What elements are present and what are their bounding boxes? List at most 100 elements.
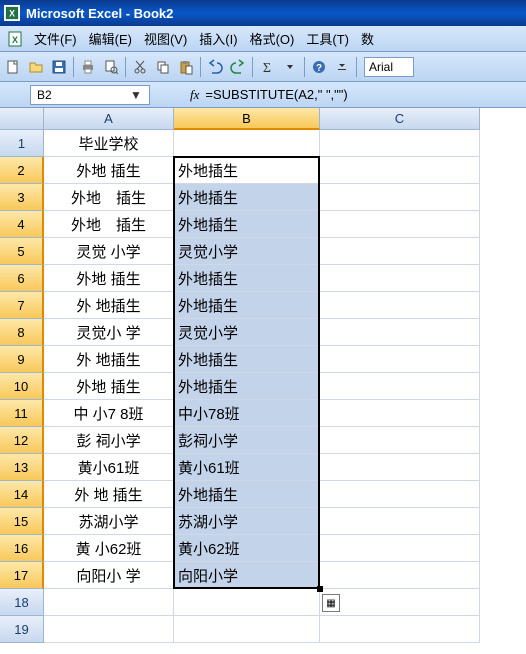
cell[interactable]: 外地插生 [174,265,320,292]
cell[interactable]: 外地 插生 [44,211,174,238]
font-name-combo[interactable]: Arial [364,57,414,77]
cell[interactable]: 灵觉小学 [174,319,320,346]
cell[interactable] [174,589,320,616]
open-file-button[interactable] [25,56,47,78]
cell[interactable]: 外 地插生 [44,346,174,373]
cell[interactable]: 苏湖小学 [174,508,320,535]
print-preview-button[interactable] [100,56,122,78]
column-header-C[interactable]: C [320,108,480,130]
cell[interactable]: 外地 插生 [44,157,174,184]
cell[interactable] [320,211,480,238]
row-header[interactable]: 15 [0,508,44,535]
cell[interactable]: 外 地插生 [44,292,174,319]
cell[interactable] [320,508,480,535]
cell[interactable]: 毕业学校 [44,130,174,157]
autosum-button[interactable]: Σ [256,56,278,78]
cell[interactable]: 彭祠小学 [174,427,320,454]
cell[interactable]: 苏湖小学 [44,508,174,535]
cell[interactable] [320,427,480,454]
row-header[interactable]: 12 [0,427,44,454]
menu-edit[interactable]: 编辑(E) [83,27,138,50]
cell[interactable] [44,589,174,616]
cell[interactable] [320,616,480,643]
cell[interactable]: 外地插生 [174,184,320,211]
cell[interactable] [320,373,480,400]
autofill-options-button[interactable]: ▦ [322,594,340,612]
cell[interactable]: 黄小61班 [44,454,174,481]
cell[interactable]: 黄小61班 [174,454,320,481]
cell[interactable]: 灵觉 小学 [44,238,174,265]
cut-button[interactable] [129,56,151,78]
row-header[interactable]: 13 [0,454,44,481]
row-header[interactable]: 8 [0,319,44,346]
cell[interactable]: 向阳小 学 [44,562,174,589]
cell[interactable] [320,184,480,211]
cell[interactable]: 灵觉小学 [174,238,320,265]
redo-button[interactable] [227,56,249,78]
cell[interactable]: 外 地 插生 [44,481,174,508]
cell[interactable] [320,589,480,616]
cell[interactable]: 外地插生 [174,346,320,373]
row-header[interactable]: 6 [0,265,44,292]
row-header[interactable]: 7 [0,292,44,319]
menu-view[interactable]: 视图(V) [138,27,193,50]
cell[interactable]: 中小78班 [174,400,320,427]
row-header[interactable]: 5 [0,238,44,265]
cell[interactable]: 黄 小62班 [44,535,174,562]
cell[interactable] [320,157,480,184]
row-header[interactable]: 4 [0,211,44,238]
cell[interactable]: 向阳小学 [174,562,320,589]
menu-data[interactable]: 数 [355,27,380,50]
row-header[interactable]: 10 [0,373,44,400]
print-button[interactable] [77,56,99,78]
cell[interactable] [320,454,480,481]
cell[interactable]: 外地 插生 [44,184,174,211]
autosum-dropdown[interactable] [279,56,301,78]
cell[interactable]: 外地 插生 [44,265,174,292]
cell[interactable] [320,265,480,292]
formula-bar[interactable]: =SUBSTITUTE(A2," ","") [205,87,347,102]
toolbar-options-dropdown[interactable] [331,56,353,78]
cell[interactable]: 外地 插生 [44,373,174,400]
select-all-corner[interactable] [0,108,44,130]
cell[interactable] [320,130,480,157]
cell[interactable] [44,616,174,643]
cell[interactable]: 外地插生 [174,157,320,184]
row-header[interactable]: 2 [0,157,44,184]
undo-button[interactable] [204,56,226,78]
name-box[interactable]: B2 ▼ [30,85,150,105]
fx-icon[interactable]: fx [190,87,199,103]
cell[interactable] [320,292,480,319]
cell[interactable] [320,346,480,373]
column-header-A[interactable]: A [44,108,174,130]
row-header[interactable]: 16 [0,535,44,562]
spreadsheet-grid[interactable]: A B C 1毕业学校2外地 插生外地插生3外地 插生外地插生4外地 插生外地插… [0,108,526,643]
cell[interactable] [320,535,480,562]
row-header[interactable]: 17 [0,562,44,589]
help-button[interactable]: ? [308,56,330,78]
cell[interactable] [174,130,320,157]
row-header[interactable]: 11 [0,400,44,427]
menu-tools[interactable]: 工具(T) [300,27,355,50]
row-header[interactable]: 9 [0,346,44,373]
cell[interactable]: 黄小62班 [174,535,320,562]
cell[interactable]: 彭 祠小学 [44,427,174,454]
paste-button[interactable] [175,56,197,78]
row-header[interactable]: 19 [0,616,44,643]
chevron-down-icon[interactable]: ▼ [129,88,143,102]
new-file-button[interactable] [2,56,24,78]
copy-button[interactable] [152,56,174,78]
cell[interactable] [320,562,480,589]
row-header[interactable]: 18 [0,589,44,616]
cell[interactable]: 外地插生 [174,481,320,508]
cell[interactable]: 外地插生 [174,211,320,238]
row-header[interactable]: 1 [0,130,44,157]
cell[interactable] [320,238,480,265]
cell[interactable] [320,319,480,346]
menu-file[interactable]: 文件(F) [28,27,83,50]
cell[interactable]: 外地插生 [174,292,320,319]
cell[interactable] [320,400,480,427]
cell[interactable]: 中 小7 8班 [44,400,174,427]
cell[interactable] [174,616,320,643]
cell[interactable]: 灵觉小 学 [44,319,174,346]
